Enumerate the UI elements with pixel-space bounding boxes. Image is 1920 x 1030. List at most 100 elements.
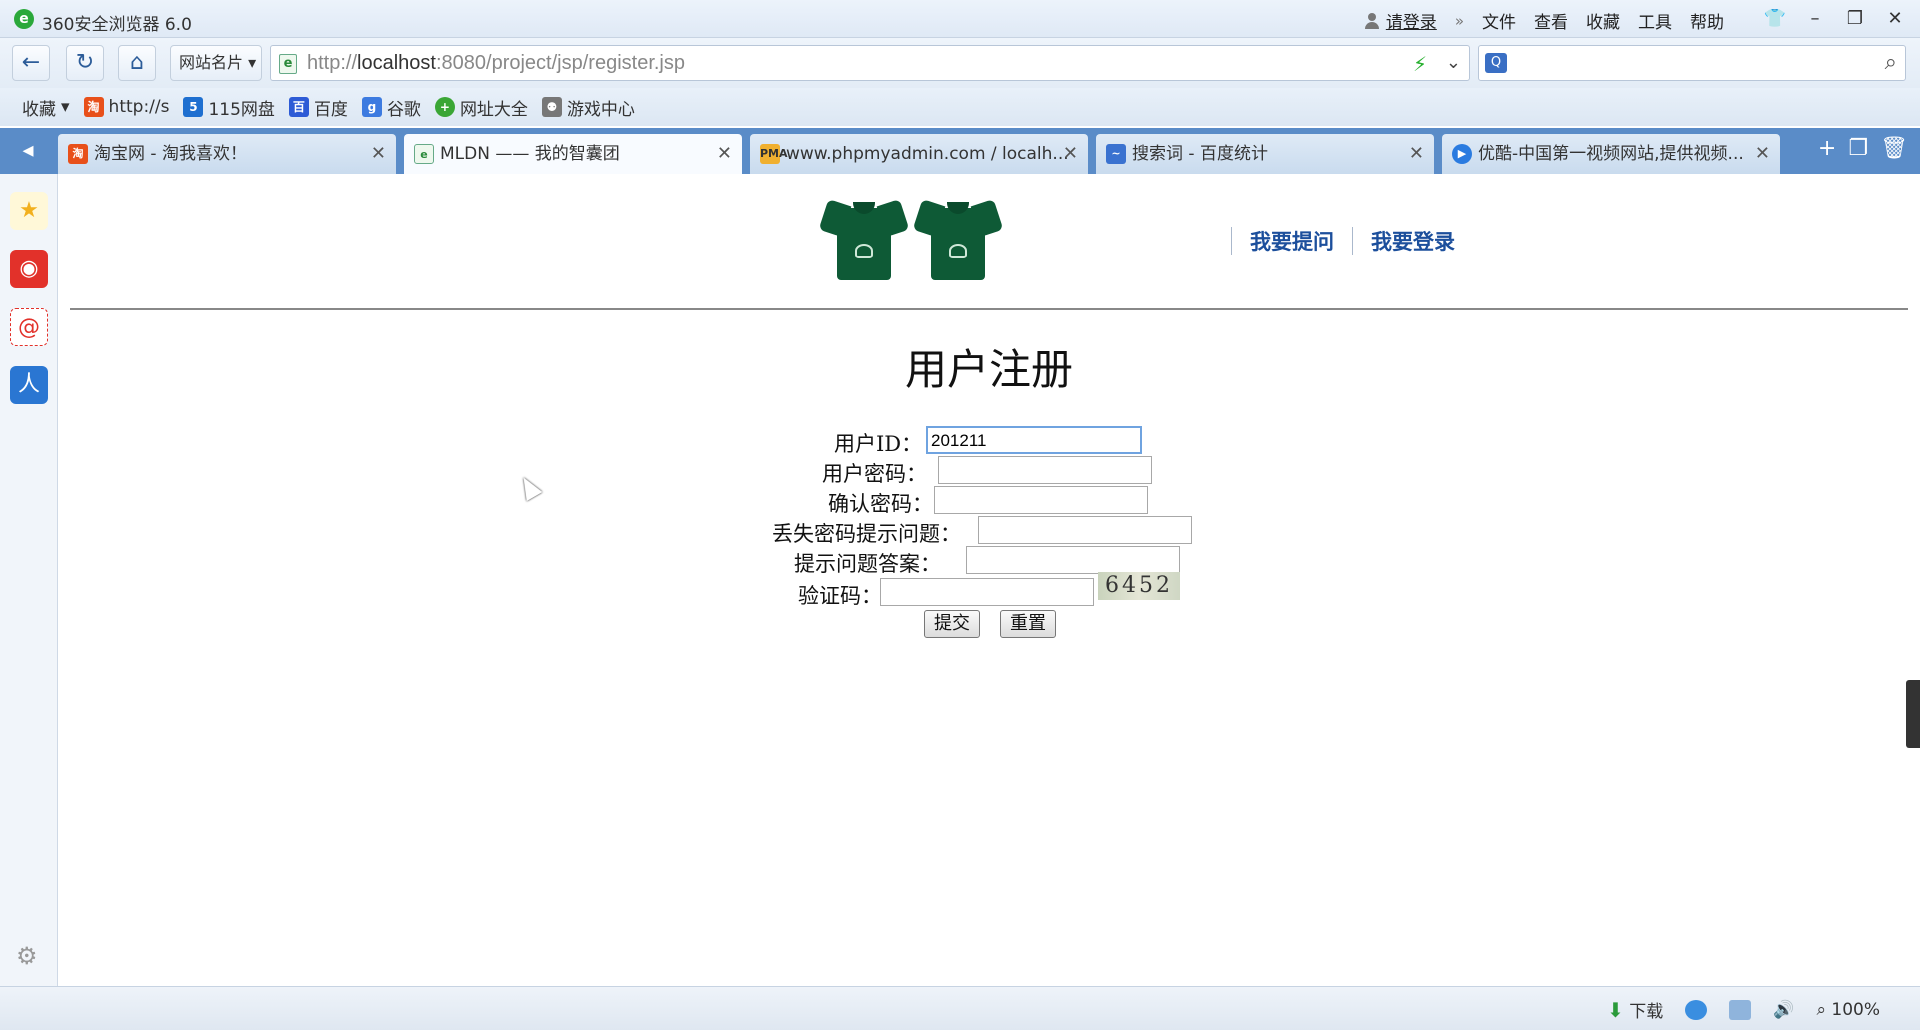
divider bbox=[1352, 227, 1353, 255]
close-icon[interactable]: ✕ bbox=[717, 134, 732, 174]
security-question-label: 丢失密码提示问题： bbox=[772, 522, 961, 546]
search-engine-icon[interactable]: Q bbox=[1485, 53, 1507, 73]
divider bbox=[1231, 227, 1232, 255]
title-menus: 请登录 » 文件 查看 收藏 工具 帮助 bbox=[1363, 8, 1724, 33]
refresh-icon[interactable]: ↻ bbox=[66, 45, 104, 81]
phpmyadmin-icon: PMA bbox=[760, 144, 788, 164]
fav-item-sites[interactable]: + 网址大全 bbox=[434, 95, 528, 120]
star-icon[interactable]: ★ bbox=[10, 192, 48, 230]
search-input[interactable]: Q ⌕ bbox=[1478, 45, 1906, 81]
home-icon[interactable]: ⌂ bbox=[118, 45, 156, 81]
site-card-label: 网站名片 bbox=[179, 53, 244, 72]
fav-label: 网址大全 bbox=[459, 99, 528, 120]
fav-item-favorites[interactable]: 收藏 ▾ bbox=[22, 95, 70, 120]
fav-label: 115网盘 bbox=[208, 99, 275, 120]
google-icon: g bbox=[361, 97, 382, 117]
user-icon bbox=[1363, 12, 1381, 30]
new-tab-icon[interactable]: + bbox=[1818, 136, 1836, 161]
answer-input[interactable] bbox=[966, 546, 1180, 574]
zoom-control[interactable]: ⌕ 100% bbox=[1816, 1000, 1880, 1020]
submit-button[interactable]: 提交 bbox=[924, 610, 980, 638]
close-icon[interactable]: ✕ bbox=[1063, 134, 1078, 174]
gear-icon[interactable]: ⚙ bbox=[16, 942, 38, 970]
tab-taobao[interactable]: 淘 淘宝网 - 淘我喜欢！ ✕ bbox=[58, 134, 396, 174]
mail-icon[interactable]: @ bbox=[10, 308, 48, 346]
search-icon[interactable]: ⌕ bbox=[1885, 50, 1897, 75]
chart-icon: ~ bbox=[1106, 144, 1126, 164]
fav-label: http://s bbox=[108, 97, 170, 117]
url-path: :8080/project/jsp/register.jsp bbox=[435, 52, 685, 74]
ie-mode-icon[interactable] bbox=[1685, 999, 1708, 1020]
url-host: localhost bbox=[357, 52, 436, 74]
close-window-button[interactable]: ✕ bbox=[1876, 4, 1914, 34]
weibo-icon[interactable]: ◉ bbox=[10, 250, 48, 288]
fav-item-games[interactable]: ⚉ 游戏中心 bbox=[541, 95, 635, 120]
taobao-icon: 淘 bbox=[68, 144, 88, 164]
page-icon: e bbox=[279, 54, 297, 74]
tab-label: www.phpmyadmin.com / localh... bbox=[786, 144, 1069, 164]
user-id-label: 用户ID： bbox=[834, 432, 923, 456]
close-icon[interactable]: ✕ bbox=[1409, 134, 1424, 174]
browser-logo-icon: e bbox=[14, 9, 34, 29]
download-arrow-icon: ⬇ bbox=[1607, 998, 1624, 1022]
fav-label: 百度 bbox=[313, 99, 348, 120]
page-content: 我要提问 我要登录 用户注册 用户ID： 201211 用户密码： 确认密码： … bbox=[58, 174, 1920, 986]
sidebar-toggle-icon[interactable]: ◂ bbox=[8, 136, 48, 166]
logo-shirts bbox=[818, 198, 1004, 282]
tab-youku[interactable]: ▶ 优酷-中国第一视频网站,提供视频... ✕ bbox=[1442, 134, 1780, 174]
url-prefix: http:// bbox=[307, 52, 358, 74]
captcha-input[interactable] bbox=[880, 578, 1094, 606]
lightning-icon[interactable]: ⚡ bbox=[1413, 52, 1427, 76]
page-title: 用户注册 bbox=[904, 345, 1073, 394]
play-icon: ▶ bbox=[1452, 144, 1472, 164]
chevron-down-icon[interactable]: ⌄ bbox=[1446, 52, 1461, 73]
zoom-icon: ⌕ bbox=[1816, 999, 1826, 1020]
page-icon: e bbox=[414, 144, 434, 164]
ask-question-link[interactable]: 我要提问 bbox=[1250, 226, 1334, 256]
minimize-button[interactable]: – bbox=[1796, 4, 1834, 34]
side-panel-handle[interactable] bbox=[1906, 680, 1920, 748]
menu-help[interactable]: 帮助 bbox=[1690, 8, 1724, 33]
fav-item-baidu[interactable]: 百百度 bbox=[288, 95, 348, 120]
close-icon[interactable]: ✕ bbox=[371, 134, 386, 174]
sites-icon: + bbox=[434, 97, 455, 117]
address-bar[interactable]: e http://localhost:8080/project/jsp/regi… bbox=[270, 45, 1470, 81]
reset-button[interactable]: 重置 bbox=[1000, 610, 1056, 638]
menu-tools[interactable]: 工具 bbox=[1638, 8, 1672, 33]
115-icon: 5 bbox=[183, 97, 204, 117]
top-links: 我要提问 我要登录 bbox=[1213, 226, 1455, 256]
tab-baidu-tongji[interactable]: ~ 搜索词 - 百度统计 ✕ bbox=[1096, 134, 1434, 174]
fav-item-115[interactable]: 5 115网盘 bbox=[183, 95, 275, 120]
login-link[interactable]: 请登录 bbox=[1363, 8, 1437, 33]
captcha-image[interactable]: 6452 bbox=[1098, 572, 1180, 600]
password-label: 用户密码： bbox=[822, 462, 927, 486]
tab-mldn[interactable]: e MLDN —— 我的智囊团 ✕ bbox=[404, 134, 742, 174]
double-chevron-icon[interactable]: » bbox=[1455, 12, 1464, 30]
renren-icon[interactable]: 人 bbox=[10, 366, 48, 404]
restore-button[interactable]: ❐ bbox=[1836, 4, 1874, 34]
tab-label: 淘宝网 - 淘我喜欢！ bbox=[94, 144, 247, 164]
tab-phpmyadmin[interactable]: PMA www.phpmyadmin.com / localh... ✕ bbox=[750, 134, 1088, 174]
speaker-icon[interactable]: 🔊 bbox=[1773, 1000, 1794, 1020]
security-question-input[interactable] bbox=[978, 516, 1192, 544]
trash-icon[interactable]: 🗑 bbox=[1880, 136, 1908, 161]
fav-item-taobao[interactable]: 淘 http://s bbox=[83, 97, 170, 117]
download-button[interactable]: ⬇ 下载 bbox=[1607, 997, 1663, 1022]
baidu-paw-icon: 百 bbox=[288, 97, 309, 117]
url-text[interactable]: http://localhost:8080/project/jsp/regist… bbox=[307, 52, 685, 75]
site-card-dropdown[interactable]: 网站名片 ▾ bbox=[170, 45, 262, 81]
password-input[interactable] bbox=[938, 456, 1152, 484]
window-icon[interactable] bbox=[1729, 999, 1752, 1020]
back-arrow-icon[interactable]: ← bbox=[12, 45, 50, 81]
restore-tabs-icon[interactable]: ❐ bbox=[1848, 136, 1868, 161]
skin-shirt-icon[interactable]: 👕 bbox=[1756, 4, 1794, 34]
fav-item-google[interactable]: g 谷歌 bbox=[361, 95, 421, 120]
close-icon[interactable]: ✕ bbox=[1755, 134, 1770, 174]
login-page-link[interactable]: 我要登录 bbox=[1371, 226, 1455, 256]
menu-view[interactable]: 查看 bbox=[1534, 8, 1568, 33]
tab-bar: ◂ 淘 淘宝网 - 淘我喜欢！ ✕ e MLDN —— 我的智囊团 ✕ PMA … bbox=[0, 128, 1920, 174]
menu-file[interactable]: 文件 bbox=[1482, 8, 1516, 33]
user-id-input[interactable]: 201211 bbox=[926, 426, 1142, 454]
confirm-password-input[interactable] bbox=[934, 486, 1148, 514]
menu-favorites[interactable]: 收藏 bbox=[1586, 8, 1620, 33]
